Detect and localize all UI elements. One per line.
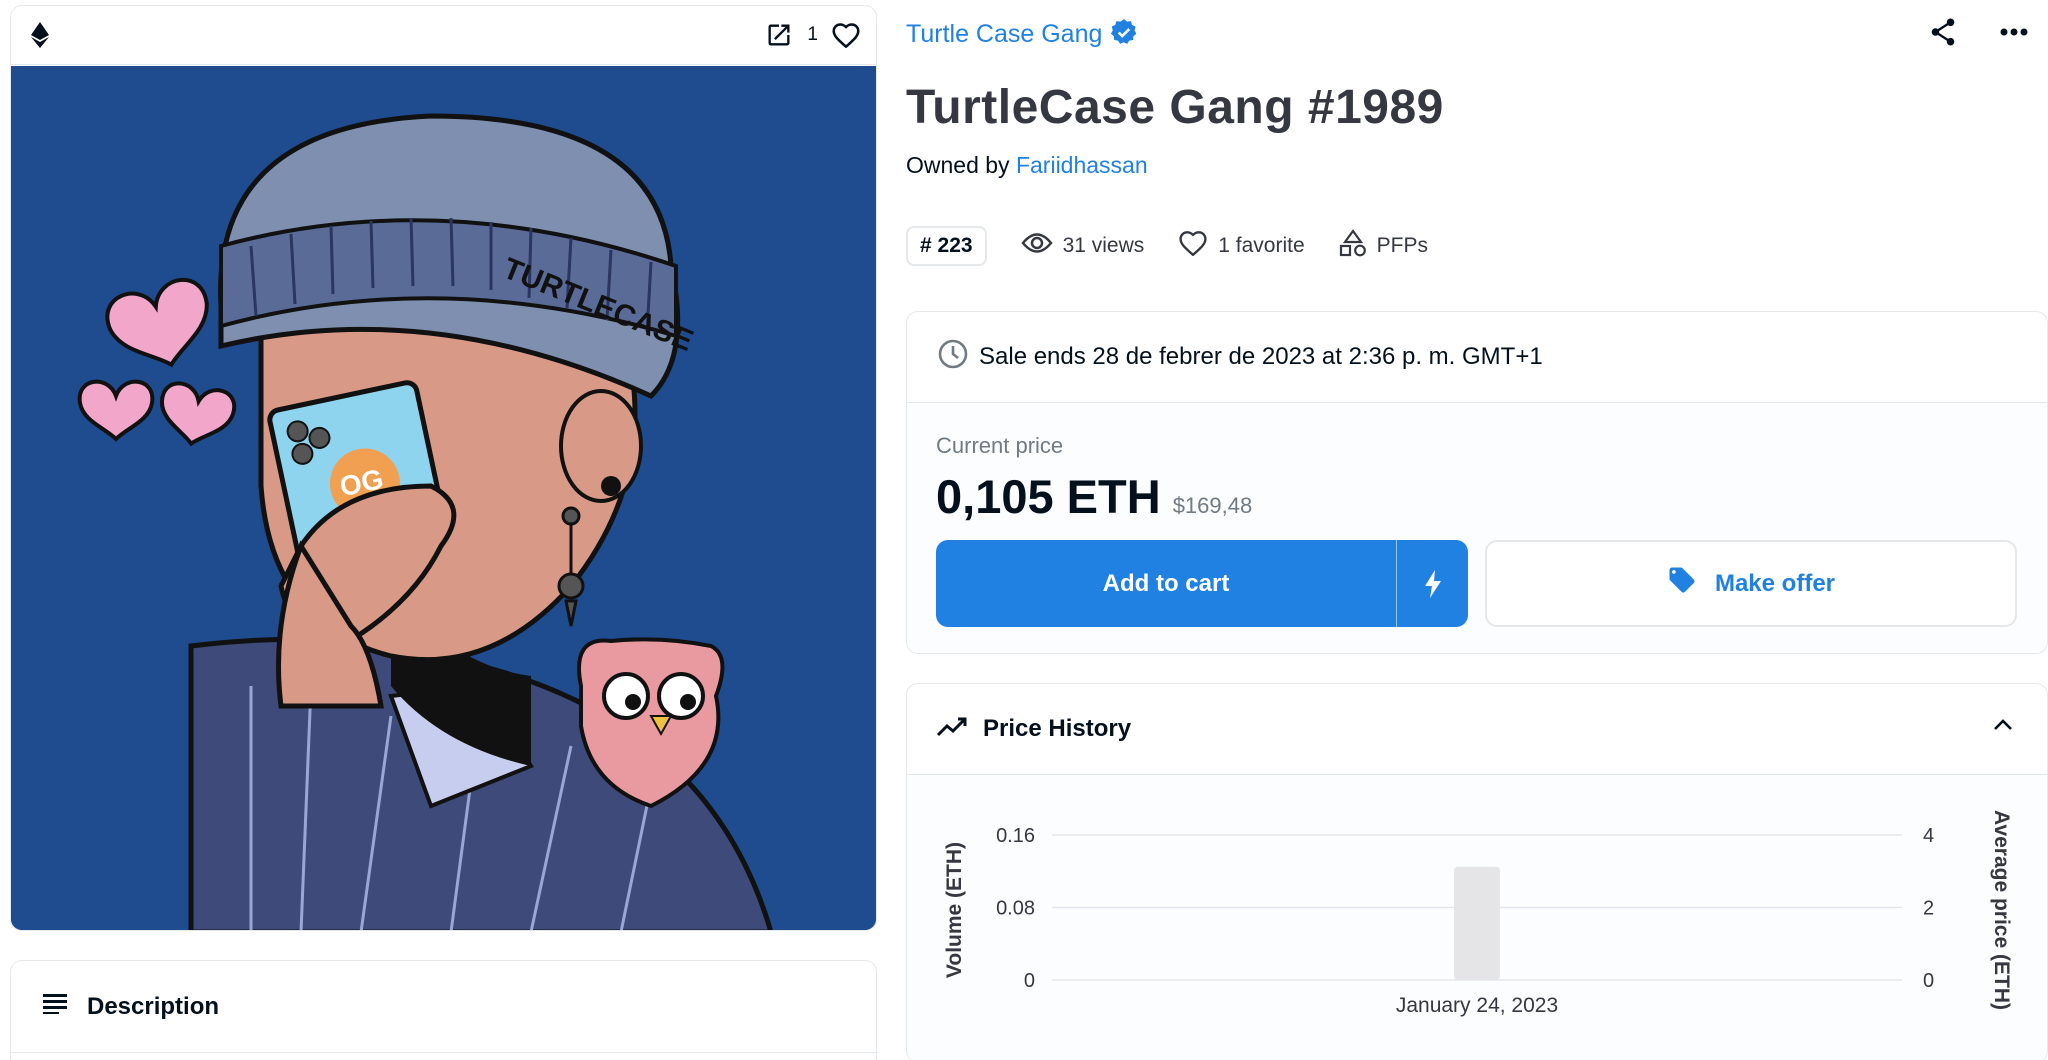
x-tick-label: January 24, 2023 bbox=[1396, 994, 1558, 1017]
chevron-up-icon[interactable] bbox=[1993, 718, 2013, 736]
ethereum-icon bbox=[31, 22, 49, 48]
owner-link[interactable]: Fariidhassan bbox=[1016, 152, 1148, 178]
eye-icon bbox=[1020, 232, 1053, 260]
add-to-cart-button[interactable]: Add to cart bbox=[936, 540, 1468, 627]
y-tick-label: 0 bbox=[1024, 970, 1035, 992]
category-label: PFPs bbox=[1376, 234, 1428, 257]
description-header[interactable]: Description bbox=[11, 961, 876, 1053]
y-tick-label: 0.08 bbox=[996, 898, 1035, 920]
collection-row: Turtle Case Gang bbox=[906, 18, 1138, 51]
favorites-stat[interactable]: 1 favorite bbox=[1178, 230, 1305, 262]
price-history-chart: 0 0.08 0.16 0 2 4 January 24, 2023 Volume (ETH… bbox=[943, 810, 2013, 1017]
price-eth: 0,105 ETH bbox=[936, 470, 1161, 523]
item-title: TurtleCase Gang #1989 bbox=[906, 81, 1444, 134]
media-header: 1 bbox=[11, 6, 876, 65]
price-history-body: 0 0.08 0.16 0 2 4 January 24, 2023 Volume (ETH… bbox=[907, 775, 2047, 1060]
price-usd: $169,48 bbox=[1172, 493, 1253, 518]
owned-by-label: Owned by bbox=[906, 152, 1010, 178]
description-title: Description bbox=[87, 992, 220, 1020]
add-to-cart-label: Add to cart bbox=[1102, 569, 1230, 597]
views-count: 31 views bbox=[1062, 234, 1145, 257]
volume-bar[interactable] bbox=[1454, 866, 1500, 980]
make-offer-button[interactable]: Make offer bbox=[1485, 540, 2017, 627]
y-axis-label: Volume (ETH) bbox=[943, 842, 966, 978]
sale-card: Sale ends 28 de febrer de 2023 at 2:36 p… bbox=[906, 311, 2048, 654]
buy-now-button[interactable] bbox=[1396, 540, 1468, 627]
description-card: Description bbox=[10, 960, 877, 1060]
make-offer-label: Make offer bbox=[1714, 569, 1836, 597]
stats-row: # 223 31 views 1 favorite PFPs bbox=[906, 226, 1428, 266]
category-stat[interactable]: PFPs bbox=[1339, 229, 1428, 263]
price-history-card: Price History 0 0.08 0.16 0 2 4 January 24, 20… bbox=[906, 683, 2048, 1060]
favorite-count: 1 bbox=[807, 24, 818, 45]
share-icon[interactable] bbox=[1930, 18, 1956, 46]
media-card: 1 TURTLECASE OG bbox=[10, 5, 877, 931]
heart-icon[interactable] bbox=[832, 22, 860, 48]
owner-row: Owned by Fariidhassan bbox=[906, 152, 1148, 179]
sale-body: Current price 0,105 ETH $169,48 Add to c… bbox=[907, 403, 2047, 653]
nft-artwork[interactable]: TURTLECASE OG bbox=[11, 66, 876, 930]
media-header-actions: 1 bbox=[765, 21, 860, 49]
price-row: 0,105 ETH $169,48 bbox=[936, 469, 1252, 524]
lightning-icon bbox=[1424, 569, 1441, 598]
more-options-icon[interactable] bbox=[2000, 28, 2028, 36]
views-stat: 31 views bbox=[1020, 232, 1145, 260]
shapes-icon bbox=[1339, 229, 1367, 263]
y2-tick-label: 0 bbox=[1923, 970, 1934, 992]
price-history-title: Price History bbox=[983, 715, 1132, 742]
sale-ends-text: Sale ends 28 de febrer de 2023 at 2:36 p… bbox=[979, 343, 1543, 370]
description-icon bbox=[43, 994, 67, 1019]
sale-header: Sale ends 28 de febrer de 2023 at 2:36 p… bbox=[907, 312, 2047, 403]
trending-icon bbox=[936, 717, 967, 742]
rank-badge[interactable]: # 223 bbox=[906, 226, 987, 266]
y2-tick-label: 2 bbox=[1923, 898, 1934, 920]
collection-link[interactable]: Turtle Case Gang bbox=[906, 20, 1102, 49]
heart-icon bbox=[1178, 230, 1208, 262]
verified-badge-icon bbox=[1110, 18, 1138, 51]
y-tick-label: 0.16 bbox=[996, 825, 1035, 847]
price-history-header[interactable]: Price History bbox=[907, 684, 2047, 775]
clock-icon bbox=[937, 338, 969, 377]
tag-icon bbox=[1667, 565, 1697, 602]
y2-tick-label: 4 bbox=[1923, 825, 1934, 847]
y2-axis-label: Average price (ETH) bbox=[1990, 810, 2013, 1010]
favorites-count: 1 favorite bbox=[1218, 234, 1305, 257]
open-external-icon[interactable] bbox=[765, 21, 793, 49]
top-actions bbox=[1930, 18, 2028, 46]
item-details: Turtle Case Gang TurtleCase Gang #1989 O… bbox=[906, 0, 2048, 1060]
current-price-label: Current price bbox=[936, 433, 1064, 458]
